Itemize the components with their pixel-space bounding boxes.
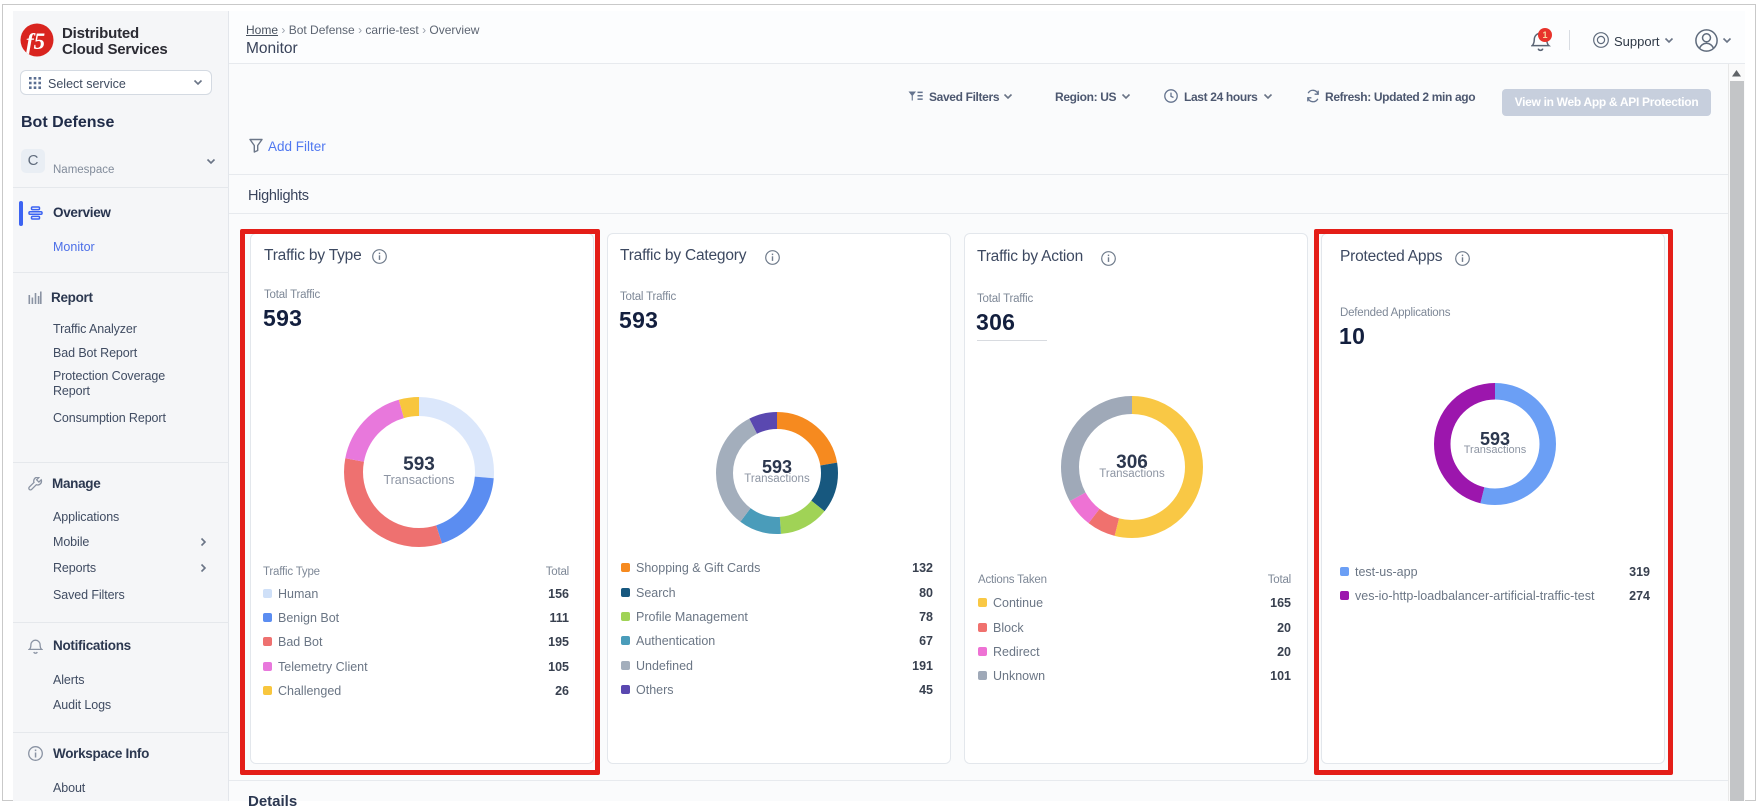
svg-text:f5: f5 xyxy=(26,29,45,54)
